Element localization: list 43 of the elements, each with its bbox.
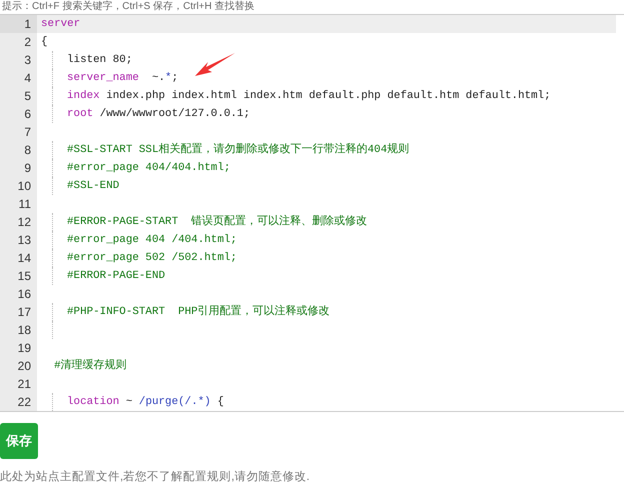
line-number: 2 — [0, 33, 37, 51]
code-line: server — [41, 16, 80, 32]
line-number: 7 — [0, 123, 37, 141]
line-number: 11 — [0, 195, 37, 213]
line-number: 12 — [0, 213, 37, 231]
code-line: #SSL-START SSL相关配置，请勿删除或修改下一行带注释的404规则 — [67, 142, 410, 158]
code-line: #error_page 404/404.html; — [67, 160, 230, 176]
hint-text: 提示：Ctrl+F 搜索关键字，Ctrl+S 保存，Ctrl+H 查找替换 — [1, 0, 256, 14]
code-editor[interactable] — [0, 14, 624, 412]
line-number: 15 — [0, 267, 37, 285]
code-line: #清理缓存规则 — [53, 358, 127, 374]
line-number: 3 — [0, 51, 37, 69]
code-line: index index.php index.html index.htm default.php default.htm default.html; — [67, 88, 551, 104]
line-number: 10 — [0, 177, 37, 195]
line-number: 5 — [0, 87, 37, 105]
code-line: root /www/wwwroot/127.0.0.1; — [67, 106, 250, 122]
code-line: #ERROR-PAGE-END — [67, 268, 166, 284]
code-line: #error_page 404 /404.html; — [67, 232, 237, 248]
line-number: 20 — [0, 357, 37, 375]
note-text: 此处为站点主配置文件,若您不了解配置规则,请勿随意修改. — [0, 469, 311, 485]
code-line: listen 80; — [67, 52, 132, 68]
line-number: 6 — [0, 105, 37, 123]
code-line: location ~ /purge(/.*) { — [67, 394, 224, 410]
annotation-arrow — [194, 52, 236, 77]
code-line: #ERROR-PAGE-START 错误页配置，可以注释、删除或修改 — [67, 214, 368, 230]
line-number: 14 — [0, 249, 37, 267]
code-line: #PHP-INFO-START PHP引用配置，可以注释或修改 — [67, 304, 330, 320]
code-line: #error_page 502 /502.html; — [67, 250, 237, 266]
line-number: 22 — [0, 393, 37, 411]
line-number: 18 — [0, 321, 37, 339]
line-number: 4 — [0, 69, 37, 87]
code-line: { — [41, 34, 48, 50]
code-line: #SSL-END — [67, 178, 120, 194]
line-number: 1 — [0, 15, 37, 33]
code-line: server_name ~.*; — [67, 70, 178, 86]
line-number: 19 — [0, 339, 37, 357]
line-number: 16 — [0, 285, 37, 303]
line-number: 17 — [0, 303, 37, 321]
save-button[interactable]: 保存 — [0, 422, 38, 459]
line-number: 21 — [0, 375, 37, 393]
line-number: 9 — [0, 159, 37, 177]
line-number: 13 — [0, 231, 37, 249]
line-number: 8 — [0, 141, 37, 159]
